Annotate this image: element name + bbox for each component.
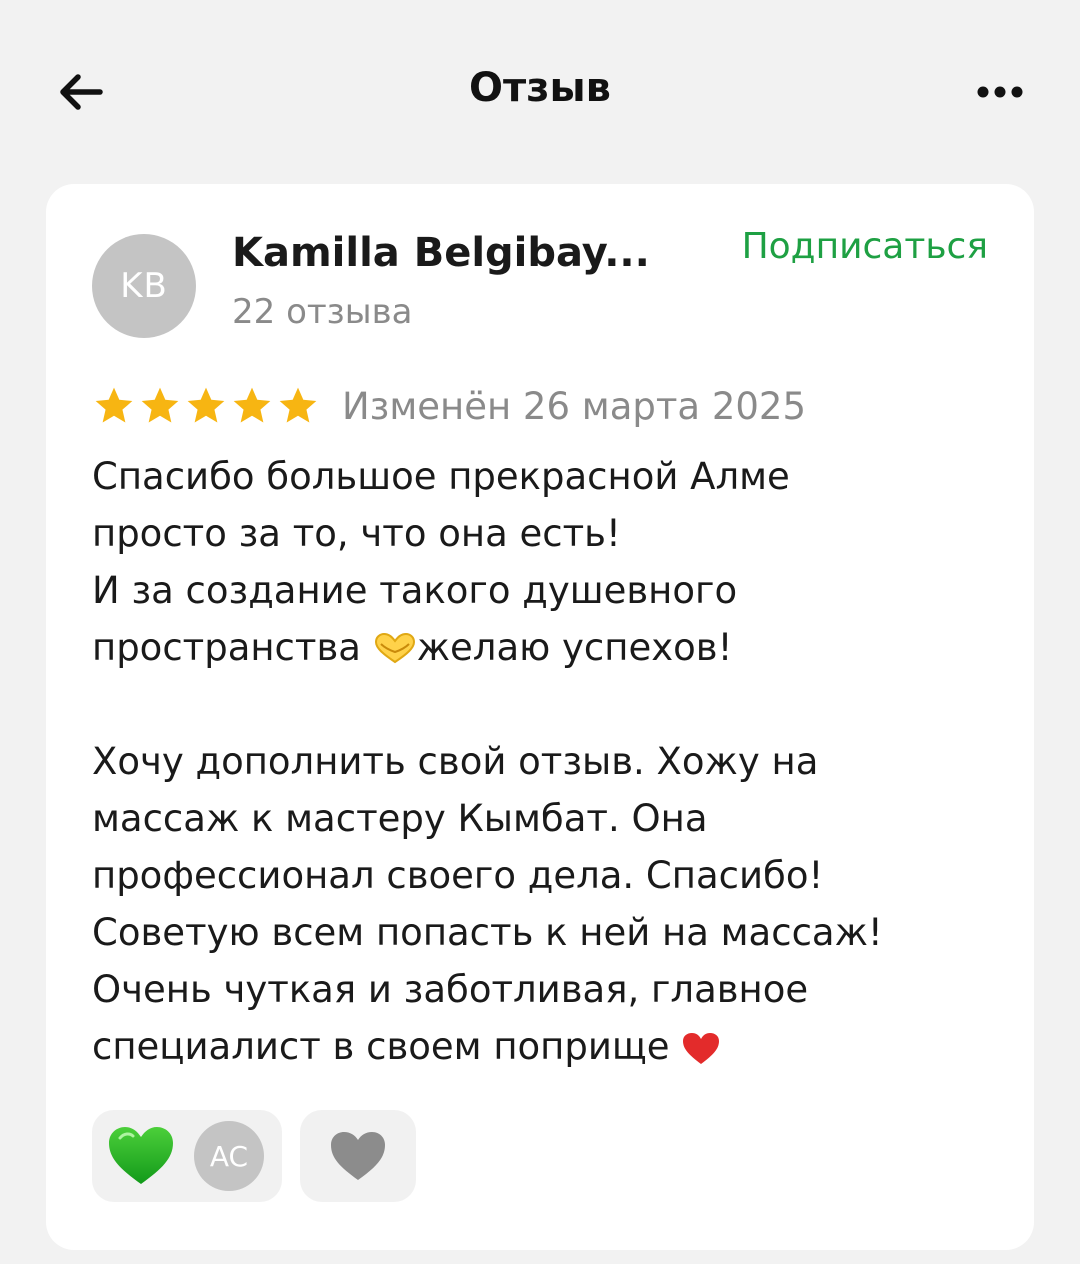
more-button[interactable] <box>970 72 1030 112</box>
like-button[interactable] <box>300 1110 416 1202</box>
heart-hands-icon <box>374 632 415 663</box>
page-title: Отзыв <box>469 65 611 111</box>
green-heart-reaction[interactable]: AC <box>92 1110 282 1202</box>
review-page: Отзыв KB Kamilla Belgibay... 22 отзыва П… <box>0 0 1080 1264</box>
review-line: Советую всем попасть к ней на массаж! <box>92 911 883 954</box>
review-line: массаж к мастеру Кымбат. Она <box>92 797 708 840</box>
star-icon <box>279 387 317 423</box>
review-card: KB Kamilla Belgibay... 22 отзыва Подписа… <box>46 184 1034 1250</box>
author-initials: KB <box>120 266 168 306</box>
edited-date: Изменён 26 марта 2025 <box>342 384 806 428</box>
reactor-initials: AC <box>209 1139 249 1173</box>
grey-heart-icon <box>331 1132 385 1180</box>
review-line: профессионал своего дела. Спасибо! <box>92 854 824 897</box>
subscribe-button[interactable]: Подписаться <box>742 224 988 270</box>
review-line: Спасибо большое прекрасной Алме <box>92 455 790 498</box>
star-rating <box>92 384 320 428</box>
review-line-text: желаю успехов! <box>416 626 733 669</box>
reactions: AC <box>92 1110 416 1202</box>
more-horizontal-icon <box>977 86 1023 98</box>
review-line: Очень чуткая и заботливая, главное <box>92 968 809 1011</box>
green-heart-icon <box>109 1127 173 1184</box>
review-line: И за создание такого душевного <box>92 569 738 612</box>
red-heart-icon <box>683 1032 720 1064</box>
author-name[interactable]: Kamilla Belgibay... <box>232 228 650 278</box>
review-line-text: специалист в своем поприще <box>92 1025 682 1068</box>
top-bar: Отзыв <box>0 0 1080 180</box>
review-text: Спасибо большое прекрасной Алме просто з… <box>92 448 992 1075</box>
review-line: специалист в своем поприще <box>92 1018 992 1075</box>
star-icon <box>95 387 133 423</box>
review-line: пространства желаю успехов! <box>92 619 992 676</box>
star-icon <box>233 387 271 423</box>
author-avatar[interactable]: KB <box>92 234 196 338</box>
rating-row: Изменён 26 марта 2025 <box>92 382 806 430</box>
star-icon <box>141 387 179 423</box>
reactor-avatar: AC <box>194 1121 264 1191</box>
review-line-text: пространства <box>92 626 373 669</box>
review-line: просто за то, что она есть! <box>92 512 621 555</box>
author-review-count: 22 отзыва <box>232 292 413 332</box>
star-icon <box>187 387 225 423</box>
review-line: Хочу дополнить свой отзыв. Хожу на <box>92 740 819 783</box>
